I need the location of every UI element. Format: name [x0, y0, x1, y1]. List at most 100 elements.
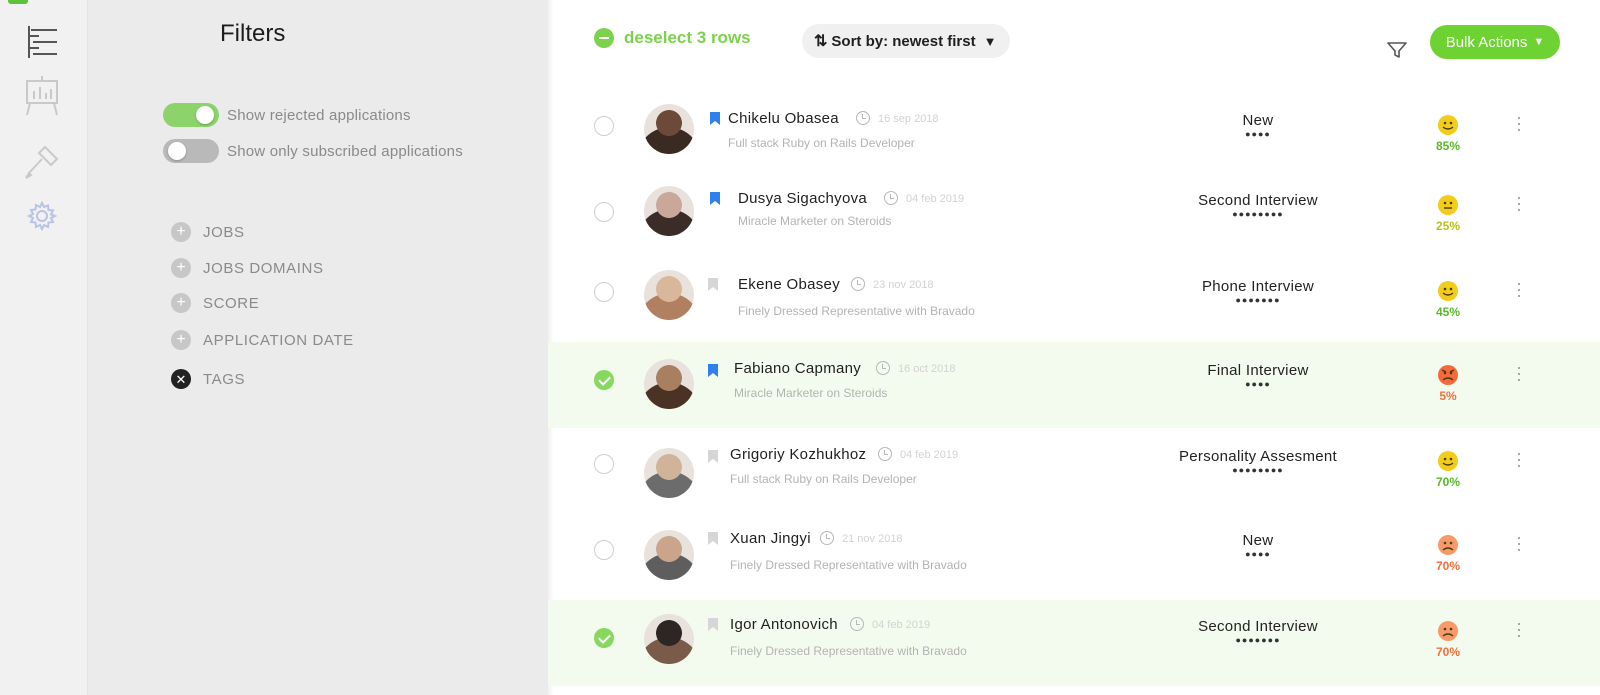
- stage-name: New: [1242, 112, 1274, 129]
- job-title: Full stack Ruby on Rails Developer: [728, 136, 915, 150]
- minus-circle-icon: [594, 28, 614, 48]
- filter-category-label: APPLICATION DATE: [203, 331, 354, 349]
- app: Filters Show rejected applications Show …: [0, 0, 1600, 695]
- row-more-menu-icon[interactable]: · · ·: [1514, 614, 1524, 644]
- bookmark-icon[interactable]: [708, 450, 718, 463]
- sort-label: Sort by: newest first: [831, 32, 976, 50]
- filters-title: Filters: [220, 20, 286, 47]
- filter-category-score[interactable]: + SCORE: [171, 293, 259, 313]
- stage-progress-dots: ●●●●●●●●: [1232, 209, 1284, 219]
- toggle-show-rejected[interactable]: Show rejected applications: [163, 103, 411, 127]
- plus-circle-icon[interactable]: +: [171, 293, 191, 313]
- candidate-name[interactable]: Igor Antonovich: [730, 616, 838, 633]
- avatar: [644, 448, 694, 498]
- list-icon[interactable]: [22, 22, 62, 62]
- candidate-row[interactable]: Igor Antonovich 04 feb 2019 Finely Dressed…: [548, 600, 1600, 686]
- brush-icon[interactable]: [22, 142, 62, 182]
- candidate-name[interactable]: Grigoriy Kozhukhoz: [730, 446, 866, 463]
- candidate-name[interactable]: Ekene Obasey: [738, 276, 840, 293]
- row-select-checkbox[interactable]: [594, 282, 614, 302]
- clock-icon: [878, 447, 892, 461]
- row-select-checkbox[interactable]: [594, 454, 614, 474]
- score: 70%: [1428, 534, 1468, 573]
- job-title: Finely Dressed Representative with Brava…: [730, 644, 967, 658]
- filter-category-jobs-domains[interactable]: + JOBS DOMAINS: [171, 258, 324, 278]
- bookmark-icon[interactable]: [708, 364, 718, 377]
- candidate-row[interactable]: Grigoriy Kozhukhoz 04 feb 2019 Full stack …: [548, 428, 1600, 514]
- filter-category-label: JOBS: [203, 223, 245, 241]
- bookmark-icon[interactable]: [708, 618, 718, 631]
- score-value: 25%: [1435, 219, 1461, 233]
- row-select-checkbox[interactable]: [594, 116, 614, 136]
- toggle-switch[interactable]: [163, 103, 219, 127]
- row-select-checkbox[interactable]: [594, 202, 614, 222]
- bookmark-icon[interactable]: [708, 532, 718, 545]
- angry-face-icon: [1438, 365, 1458, 385]
- hiring-stage: New ●●●●: [1108, 532, 1408, 559]
- candidate-row[interactable]: Xuan Jingyi 21 nov 2018 Finely Dressed Rep…: [548, 514, 1600, 600]
- neutral-face-icon: [1438, 195, 1458, 215]
- plus-circle-icon[interactable]: +: [171, 222, 191, 242]
- candidate-row[interactable]: Dusya Sigachyova 04 feb 2019 Miracle Marke…: [548, 176, 1600, 256]
- sad-face-icon: [1438, 535, 1458, 555]
- filter-category-application-date[interactable]: + APPLICATION DATE: [171, 330, 354, 350]
- row-more-menu-icon[interactable]: · · ·: [1514, 108, 1524, 138]
- clock-icon: [851, 277, 865, 291]
- candidate-name[interactable]: Xuan Jingyi: [730, 530, 811, 547]
- avatar: [644, 359, 694, 409]
- application-date: 04 feb 2019: [872, 619, 931, 631]
- clock-icon: [884, 191, 898, 205]
- happy-face-icon: [1438, 115, 1458, 135]
- bulk-actions-button[interactable]: Bulk Actions ▼: [1430, 25, 1560, 59]
- candidate-row[interactable]: Ekene Obasey 23 nov 2018 Finely Dressed Re…: [548, 256, 1600, 342]
- filter-category-tags[interactable]: ✕ TAGS: [171, 369, 245, 389]
- row-select-checkbox[interactable]: [594, 370, 614, 390]
- candidate-row[interactable]: Chikelu Obasea 16 sep 2018 Full stack Ruby…: [548, 90, 1600, 176]
- hiring-stage: Personality Assesment ●●●●●●●●: [1108, 448, 1408, 475]
- toggle-knob: [196, 106, 214, 124]
- score: 70%: [1428, 620, 1468, 659]
- row-select-checkbox[interactable]: [594, 628, 614, 648]
- job-title: Miracle Marketer on Steroids: [734, 386, 888, 400]
- bookmark-icon[interactable]: [710, 112, 720, 125]
- score: 45%: [1428, 280, 1468, 319]
- deselect-rows-button[interactable]: deselect 3 rows: [594, 28, 751, 48]
- job-title: Finely Dressed Representative with Brava…: [730, 558, 967, 572]
- score-value: 70%: [1435, 645, 1461, 659]
- row-more-menu-icon[interactable]: · · ·: [1514, 188, 1524, 218]
- row-more-menu-icon[interactable]: · · ·: [1514, 528, 1524, 558]
- candidate-name[interactable]: Chikelu Obasea: [728, 110, 839, 127]
- close-circle-icon[interactable]: ✕: [171, 369, 191, 389]
- row-more-menu-icon[interactable]: · · ·: [1514, 444, 1524, 474]
- plus-circle-icon[interactable]: +: [171, 330, 191, 350]
- clock-icon: [856, 111, 870, 125]
- row-more-menu-icon[interactable]: · · ·: [1514, 274, 1524, 304]
- clock-icon: [820, 531, 834, 545]
- candidate-name[interactable]: Fabiano Capmany: [734, 360, 861, 377]
- plus-circle-icon[interactable]: +: [171, 258, 191, 278]
- list-toolbar: deselect 3 rows ⇅ Sort by: newest first …: [548, 0, 1600, 90]
- stage-name: Second Interview: [1198, 618, 1318, 635]
- job-title: Miracle Marketer on Steroids: [738, 214, 892, 228]
- filter-funnel-icon[interactable]: [1386, 40, 1408, 60]
- bookmark-icon[interactable]: [708, 278, 718, 291]
- filter-category-label: JOBS DOMAINS: [203, 259, 324, 277]
- filter-category-jobs[interactable]: + JOBS: [171, 222, 245, 242]
- sort-dropdown[interactable]: ⇅ Sort by: newest first ▼: [802, 24, 1011, 58]
- avatar: [644, 104, 694, 154]
- toggle-switch[interactable]: [163, 139, 219, 163]
- stage-name: Final Interview: [1207, 362, 1309, 379]
- row-select-checkbox[interactable]: [594, 540, 614, 560]
- rail-accent: [8, 0, 28, 4]
- bookmark-icon[interactable]: [710, 192, 720, 205]
- bulk-actions-label: Bulk Actions: [1445, 33, 1528, 51]
- candidate-row[interactable]: Fabiano Capmany 16 oct 2018 Miracle Market…: [548, 342, 1600, 428]
- row-more-menu-icon[interactable]: · · ·: [1514, 358, 1524, 388]
- settings-gear-icon[interactable]: [22, 196, 62, 236]
- presentation-chart-icon[interactable]: [22, 76, 62, 116]
- application-date: 04 feb 2019: [906, 193, 965, 205]
- stage-progress-dots: ●●●●: [1245, 129, 1271, 139]
- stage-name: Second Interview: [1198, 192, 1318, 209]
- candidate-name[interactable]: Dusya Sigachyova: [738, 190, 867, 207]
- toggle-show-subscribed[interactable]: Show only subscribed applications: [163, 139, 463, 163]
